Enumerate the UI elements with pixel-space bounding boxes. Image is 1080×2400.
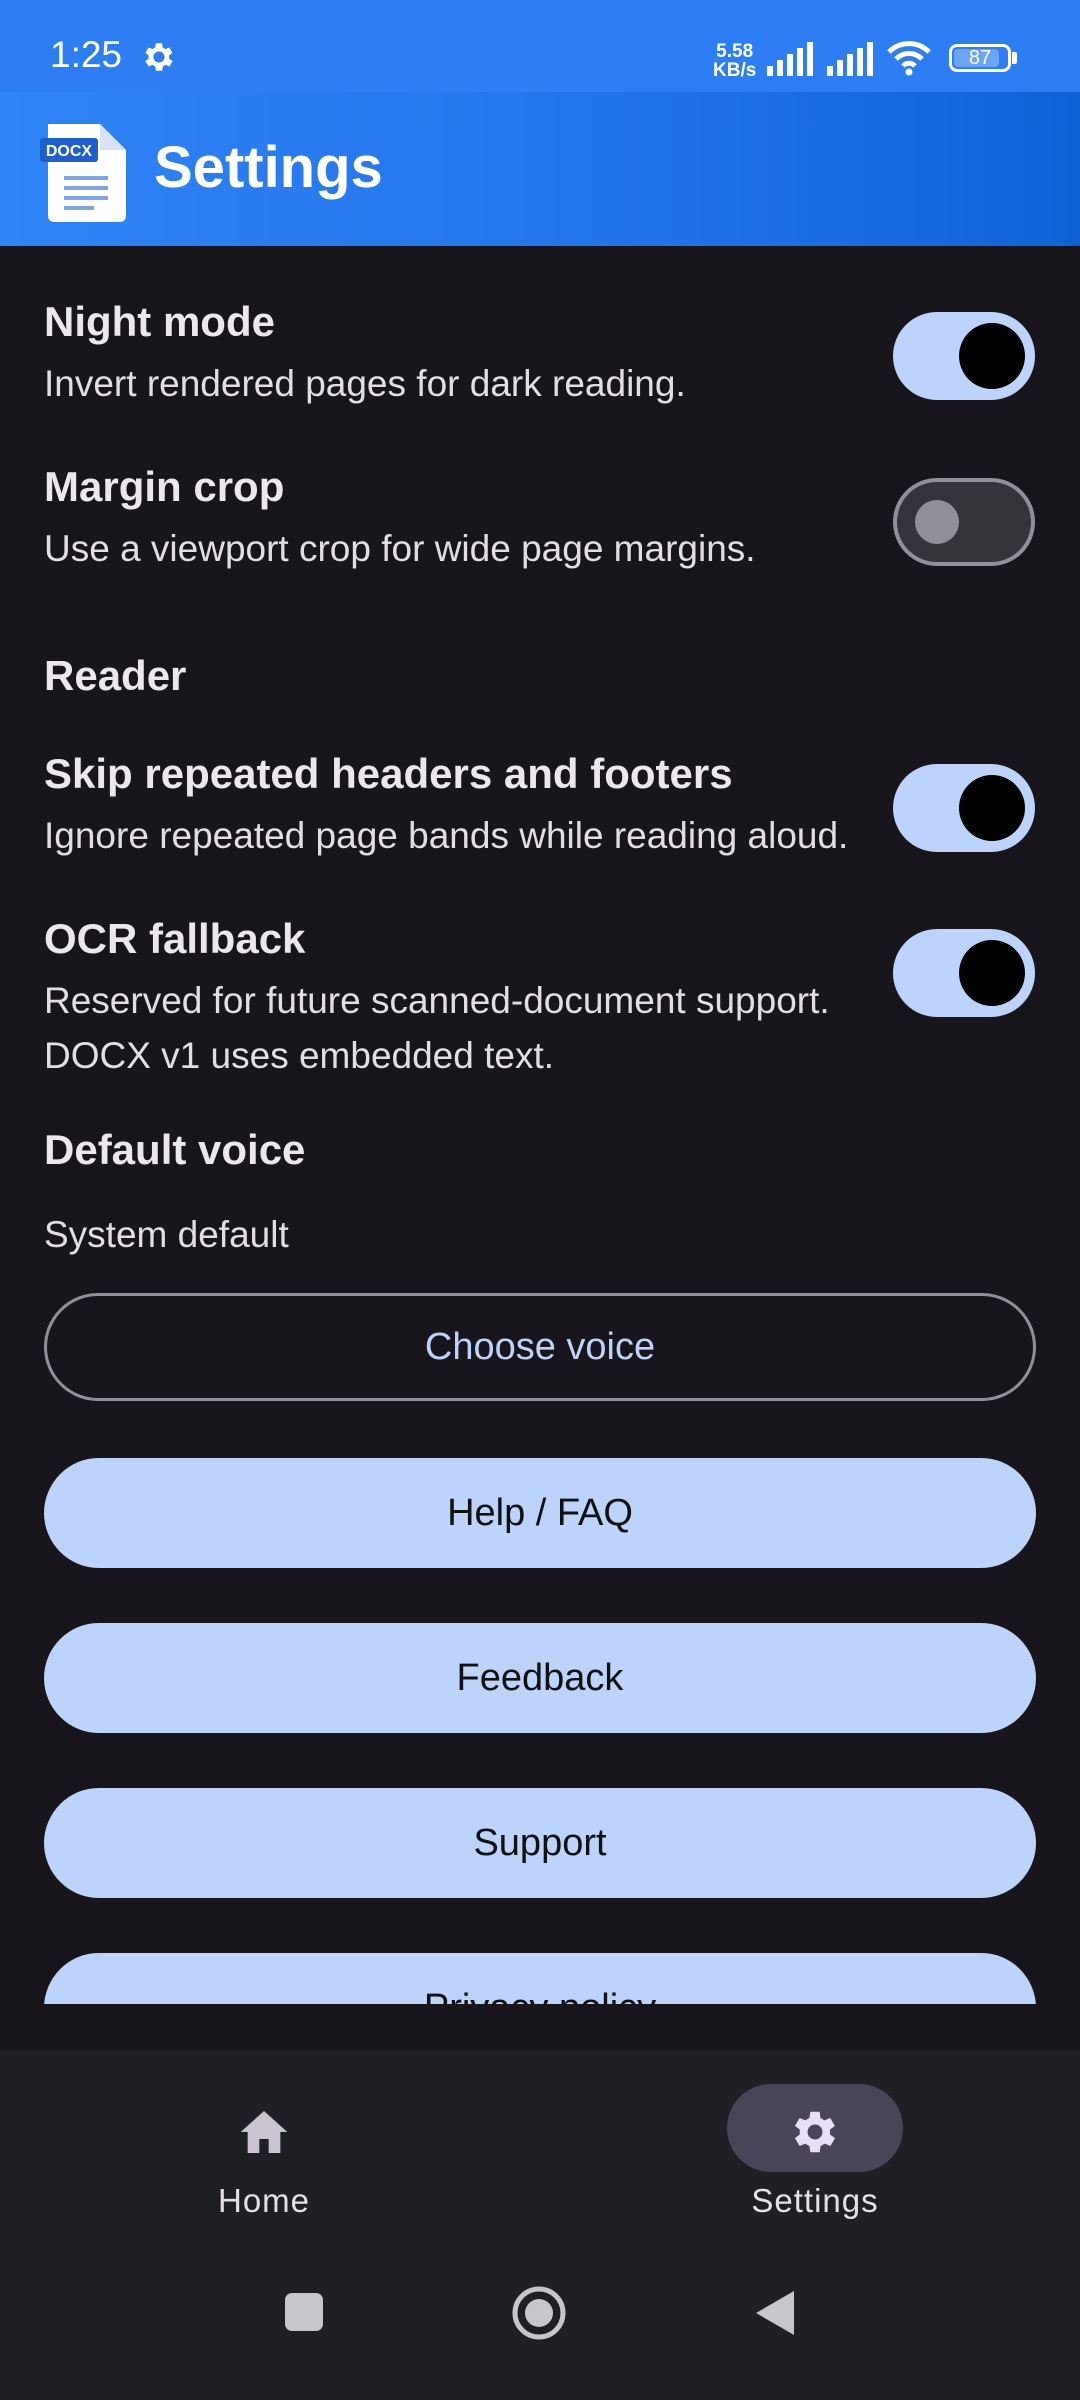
docx-logo-icon: DOCX: [40, 124, 126, 222]
recents-icon[interactable]: [282, 2290, 326, 2334]
back-icon[interactable]: [752, 2288, 798, 2338]
bottom-navigation: Home Settings: [0, 2050, 1080, 2250]
status-time: 1:25: [50, 34, 123, 75]
gear-status-icon: [145, 43, 173, 71]
margin-crop-switch[interactable]: [893, 478, 1035, 566]
skip-headers-switch[interactable]: [893, 764, 1035, 852]
choose-voice-button[interactable]: Choose voice: [44, 1293, 1036, 1401]
feedback-button[interactable]: Feedback: [44, 1623, 1036, 1733]
ocr-fallback-subtitle-1: Reserved for future scanned-document sup…: [44, 980, 830, 1021]
switch-knob: [915, 500, 959, 544]
home-icon: [240, 2111, 288, 2153]
battery-level: 87: [968, 47, 992, 69]
help-faq-button[interactable]: Help / FAQ: [44, 1458, 1036, 1568]
battery-tip: [1012, 52, 1017, 64]
network-speed-value: 5.58: [716, 41, 754, 62]
ocr-fallback-title: OCR fallback: [44, 915, 306, 962]
network-speed-unit: KB/s: [713, 60, 757, 81]
default-voice-value: System default: [44, 1214, 289, 1255]
skip-headers-title: Skip repeated headers and footers: [44, 750, 733, 797]
switch-knob: [959, 940, 1025, 1006]
night-mode-switch[interactable]: [893, 312, 1035, 400]
night-mode-subtitle: Invert rendered pages for dark reading.: [44, 363, 686, 404]
signal-icon-2: [827, 42, 873, 76]
default-voice-title: Default voice: [44, 1126, 306, 1173]
night-mode-title: Night mode: [44, 298, 275, 345]
ocr-fallback-subtitle-2: DOCX v1 uses embedded text.: [44, 1035, 555, 1076]
page-title: Settings: [154, 135, 383, 200]
privacy-policy-button[interactable]: Privacy policy: [44, 1953, 1036, 2004]
nav-label-settings: Settings: [751, 2182, 879, 2219]
system-navigation-bar: [0, 2250, 1080, 2400]
app-bar: DOCX Settings: [0, 92, 1080, 246]
support-button[interactable]: Support: [44, 1788, 1036, 1898]
settings-list[interactable]: Night mode Invert rendered pages for dar…: [0, 246, 1080, 2004]
nav-item-home[interactable]: Home: [114, 2050, 414, 2250]
network-speed: 5.58 KB/s: [713, 42, 756, 80]
reader-section-header: Reader: [44, 652, 187, 699]
nav-item-settings[interactable]: Settings: [665, 2050, 965, 2250]
margin-crop-title: Margin crop: [44, 463, 285, 510]
switch-knob: [959, 323, 1025, 389]
ocr-fallback-switch[interactable]: [893, 929, 1035, 1017]
margin-crop-subtitle: Use a viewport crop for wide page margin…: [44, 528, 756, 569]
skip-headers-subtitle: Ignore repeated page bands while reading…: [44, 815, 849, 856]
gear-icon: [794, 2111, 836, 2153]
signal-icon: [767, 42, 813, 76]
logo-badge-text: DOCX: [46, 143, 93, 160]
wifi-icon: [887, 41, 931, 76]
home-button-icon[interactable]: [510, 2284, 568, 2342]
switch-knob: [959, 775, 1025, 841]
nav-label-home: Home: [217, 2182, 311, 2219]
status-bar: 1:25 5.58 KB/s 87: [0, 0, 1080, 92]
battery-icon: 87: [949, 44, 1011, 72]
